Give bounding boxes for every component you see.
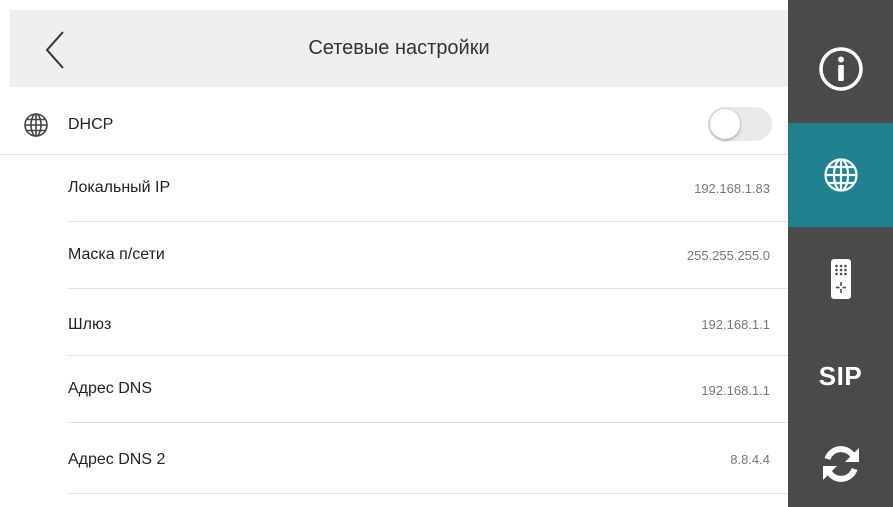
row-value: 255.255.255.0 (686, 248, 770, 263)
row-label: Локальный IP (68, 179, 171, 196)
row-label: Маска п/сети (68, 246, 165, 263)
dhcp-toggle[interactable] (708, 107, 772, 141)
chevron-left-icon (45, 31, 64, 69)
refresh-icon (822, 446, 859, 482)
row-value: 192.168.1.1 (701, 317, 770, 332)
sidebar: SIP (788, 0, 893, 507)
list-item-local-ip[interactable]: Локальный IP 192.168.1.83 (0, 155, 788, 221)
dhcp-label: DHCP (68, 116, 114, 133)
header-bar: Сетевые настройки (10, 10, 788, 87)
row-value: 8.8.4.4 (730, 452, 770, 467)
globe-icon (823, 158, 858, 192)
back-button[interactable] (35, 30, 75, 70)
intercom-panel-icon (830, 259, 851, 299)
toggle-knob (710, 109, 740, 139)
list-item-subnet-mask[interactable]: Маска п/сети 255.255.255.0 (0, 222, 788, 288)
row-label: Адрес DNS (68, 380, 153, 397)
list-item-dns-2[interactable]: Адрес DNS 2 8.8.4.4 (0, 423, 788, 493)
sip-label: SIP (818, 360, 863, 391)
sidebar-item-network[interactable] (788, 123, 893, 227)
page-title: Сетевые настройки (308, 37, 490, 59)
row-label: Шлюз (68, 316, 112, 333)
sidebar-item-refresh[interactable] (788, 421, 893, 507)
list-item-gateway[interactable]: Шлюз 192.168.1.1 (0, 289, 788, 355)
info-icon (818, 47, 863, 91)
row-label: Адрес DNS 2 (68, 451, 166, 468)
sidebar-item-intercom[interactable] (788, 227, 893, 331)
sidebar-item-info[interactable] (788, 15, 893, 123)
list-item-dns[interactable]: Адрес DNS 192.168.1.1 (0, 356, 788, 422)
row-value: 192.168.1.1 (701, 383, 770, 398)
divider (68, 493, 788, 494)
globe-icon (24, 113, 48, 137)
dhcp-row: DHCP (0, 98, 788, 154)
row-value: 192.168.1.83 (694, 181, 770, 196)
main-panel: Сетевые настройки DHCP Локальный IP 192.… (0, 0, 788, 507)
sidebar-item-sip[interactable]: SIP (788, 331, 893, 421)
